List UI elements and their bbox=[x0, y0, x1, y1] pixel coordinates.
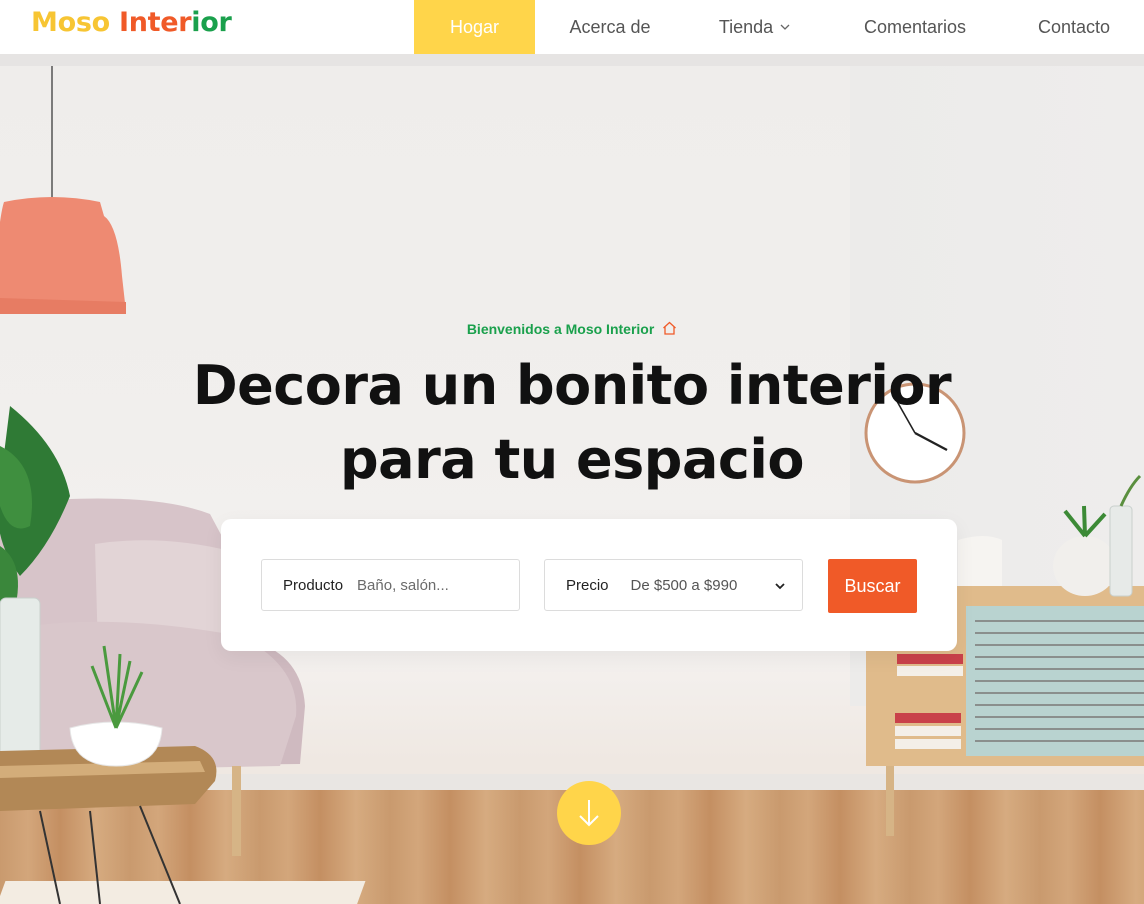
chevron-down-icon bbox=[780, 24, 790, 30]
search-card: Producto Precio De $500 a $990 Buscar bbox=[221, 519, 957, 651]
nav-item-label: Tienda bbox=[718, 16, 774, 37]
hero-headline: Decora un bonito interior para tu espaci… bbox=[0, 349, 1144, 497]
welcome-text: Bienvenidos a Moso Interior bbox=[466, 321, 655, 337]
nav-item-label: Contacto bbox=[1037, 16, 1111, 37]
home-icon bbox=[663, 321, 677, 335]
arrow-down-icon bbox=[579, 800, 599, 827]
scroll-down-button[interactable] bbox=[557, 781, 621, 845]
welcome-text-row: Bienvenidos a Moso Interior bbox=[0, 321, 1144, 337]
chevron-down-icon bbox=[775, 583, 785, 590]
nav-item-acerca[interactable]: Acerca de bbox=[550, 0, 670, 54]
product-label: Producto bbox=[283, 576, 344, 594]
product-field: Producto bbox=[261, 559, 520, 611]
hero-section: Bienvenidos a Moso Interior Decora un bo… bbox=[0, 66, 1144, 904]
navbar-divider bbox=[0, 54, 1144, 66]
hero-headline-line1: Decora un bonito interior bbox=[192, 354, 952, 417]
nav-item-hogar[interactable]: Hogar bbox=[414, 0, 535, 54]
top-navbar: Moso Interior Hogar Acerca de Tienda Com… bbox=[0, 0, 1144, 54]
nav-item-comentarios[interactable]: Comentarios bbox=[845, 0, 985, 54]
hero-headline-line2: para tu espacio bbox=[340, 428, 805, 491]
nav-item-label: Acerca de bbox=[569, 16, 651, 37]
price-select[interactable]: Precio De $500 a $990 bbox=[544, 559, 803, 611]
logo-word-ior: ior bbox=[191, 7, 232, 38]
logo-word-inter: Inter bbox=[118, 7, 192, 38]
price-selected-value: De $500 a $990 bbox=[630, 576, 738, 594]
nav-item-tienda[interactable]: Tienda bbox=[700, 0, 810, 54]
brand-logo[interactable]: Moso Interior bbox=[31, 7, 232, 38]
price-label: Precio bbox=[566, 576, 609, 594]
product-input[interactable] bbox=[357, 576, 488, 594]
nav-item-label: Comentarios bbox=[863, 16, 967, 37]
nav-item-contacto[interactable]: Contacto bbox=[1020, 0, 1128, 54]
logo-word-moso: Moso bbox=[31, 7, 110, 38]
nav-item-label: Hogar bbox=[449, 16, 500, 37]
search-button[interactable]: Buscar bbox=[828, 559, 917, 613]
